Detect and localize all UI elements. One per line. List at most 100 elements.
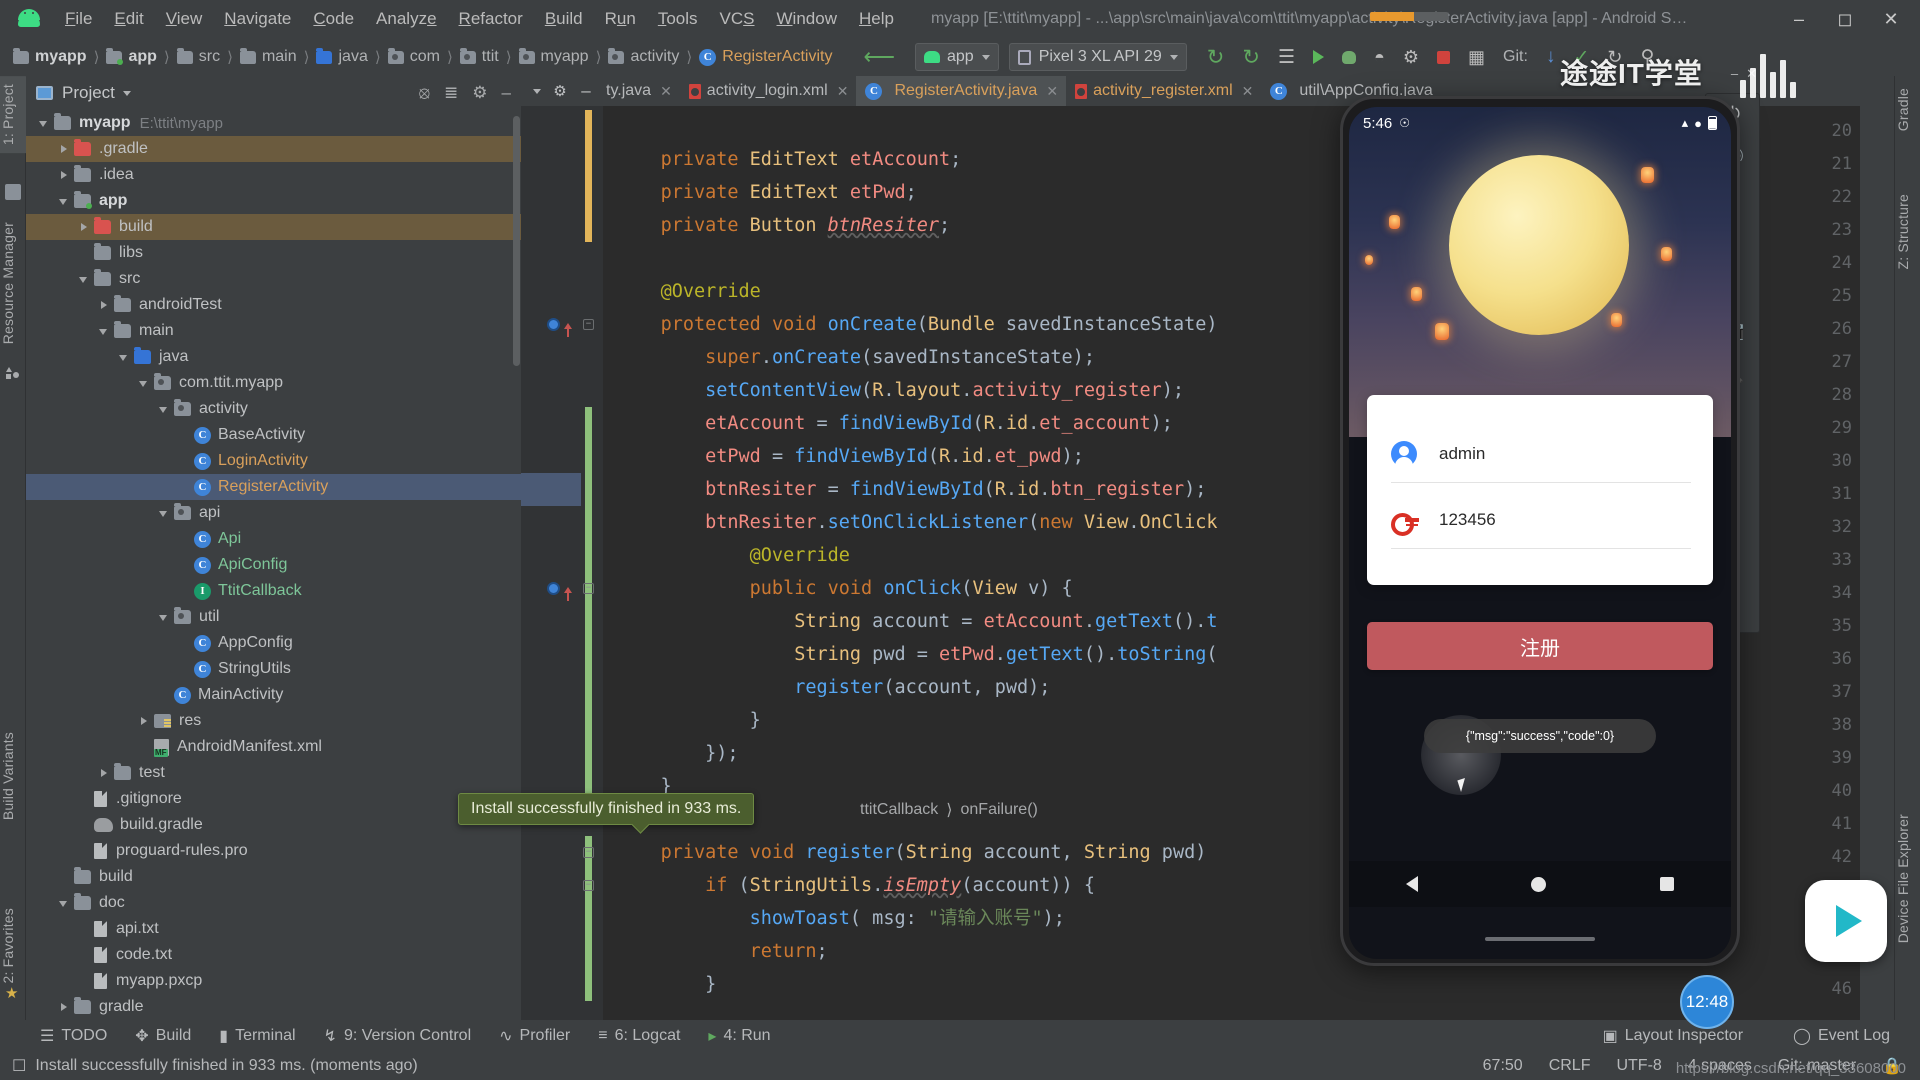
tab-ty-java[interactable]: ty.java ✕ — [597, 76, 680, 106]
menu-navigate[interactable]: Navigate — [213, 5, 302, 33]
vcs-change-marker[interactable] — [585, 110, 592, 143]
code-line[interactable]: return; — [616, 935, 828, 968]
tab-activity-register-xml[interactable]: activity_register.xml ✕ — [1066, 76, 1261, 106]
rail-tab-resource-manager[interactable]: Resource Manager — [0, 214, 26, 352]
chevron-down-icon[interactable] — [98, 325, 111, 338]
vcs-added-marker[interactable] — [585, 440, 592, 473]
chevron-right-icon[interactable] — [98, 767, 111, 780]
tree-row[interactable]: res — [26, 708, 521, 734]
vcs-added-marker[interactable] — [585, 473, 592, 506]
module-selector[interactable]: app — [915, 43, 999, 71]
tree-row[interactable]: C RegisterActivity — [26, 474, 521, 500]
menu-window[interactable]: Window — [766, 5, 848, 33]
tree-row[interactable]: code.txt — [26, 942, 521, 968]
tree-row[interactable]: build — [26, 864, 521, 890]
tree-row[interactable]: api.txt — [26, 916, 521, 942]
code-line[interactable]: } — [616, 704, 761, 737]
vcs-added-marker[interactable] — [585, 407, 592, 440]
tab-close-icon[interactable]: ✕ — [660, 83, 672, 100]
tree-row[interactable]: doc — [26, 890, 521, 916]
bottom-tab-version-control[interactable]: ↯ 9: Version Control — [310, 1026, 486, 1046]
sync-project-button[interactable]: ↻ — [1234, 43, 1268, 71]
layout-inspector-button[interactable]: ▣ Layout Inspector — [1589, 1026, 1757, 1046]
code-line[interactable]: etPwd = findViewById(R.id.et_pwd); — [616, 440, 1084, 473]
breadcrumb-item-com[interactable]: com — [385, 46, 443, 68]
vcs-change-marker[interactable] — [585, 143, 592, 176]
menu-file[interactable]: File — [54, 5, 103, 33]
tree-row[interactable]: C AppConfig — [26, 630, 521, 656]
code-line[interactable]: btnResiter.setOnClickListener(new View.O… — [616, 506, 1217, 539]
emulator-minimize-icon[interactable]: – — [1731, 66, 1738, 82]
tree-row[interactable]: I TtitCallback — [26, 578, 521, 604]
bottom-tab-todo[interactable]: ☰ TODO — [26, 1026, 121, 1046]
event-log-button[interactable]: ◯ Event Log — [1779, 1026, 1904, 1046]
register-button[interactable]: 注册 — [1367, 622, 1713, 670]
crosshair-icon[interactable]: ⦻ — [419, 83, 430, 103]
editor-hide-icon[interactable]: – — [575, 76, 597, 106]
override-marker-icon[interactable] — [563, 316, 573, 337]
line-separator[interactable]: CRLF — [1549, 1057, 1591, 1075]
tree-row[interactable]: main — [26, 318, 521, 344]
menu-refactor[interactable]: Refactor — [448, 5, 534, 33]
chevron-down-icon[interactable] — [58, 897, 71, 910]
code-line[interactable]: showToast( msg: "请输入账号"); — [616, 902, 1065, 935]
tree-row[interactable]: util — [26, 604, 521, 630]
code-line[interactable]: @Override — [616, 275, 761, 308]
breadcrumb-item-src[interactable]: src — [174, 46, 223, 68]
rail-tab-project[interactable]: 1: Project — [0, 76, 26, 154]
back-arrow-icon[interactable]: ⟵ — [853, 44, 905, 70]
bottom-tab-profiler[interactable]: ∿ Profiler — [485, 1026, 584, 1046]
editor-settings-icon[interactable]: ⚙ — [545, 76, 575, 106]
chevron-down-icon[interactable] — [118, 351, 131, 364]
rail-tab-build-variants[interactable]: Build Variants — [0, 724, 26, 828]
code-line[interactable]: register(account, pwd); — [616, 671, 1050, 704]
menu-vcs[interactable]: VCS — [709, 5, 766, 33]
vcs-added-marker[interactable] — [585, 671, 592, 704]
code-line[interactable]: setContentView(R.layout.activity_registe… — [616, 374, 1184, 407]
code-fold-icon[interactable]: − — [583, 847, 594, 858]
code-line[interactable]: if (StringUtils.isEmpty(account)) { — [616, 869, 1095, 902]
avd-manager-button[interactable]: ☰ — [1270, 43, 1303, 71]
rail-tab-device-file-explorer[interactable]: Device File Explorer — [1895, 806, 1920, 951]
back-triangle-icon[interactable] — [1405, 876, 1418, 892]
code-line[interactable]: @Override — [616, 539, 850, 572]
code-fold-icon[interactable]: − — [583, 319, 594, 330]
chevron-right-icon[interactable] — [78, 221, 91, 234]
project-scrollbar[interactable] — [513, 116, 520, 366]
tree-row[interactable]: .gitignore — [26, 786, 521, 812]
collapse-all-icon[interactable]: ≣ — [444, 83, 458, 103]
tree-row[interactable]: C StringUtils — [26, 656, 521, 682]
tree-row[interactable]: com.ttit.myapp — [26, 370, 521, 396]
tree-row[interactable]: androidTest — [26, 292, 521, 318]
breakpoint-icon[interactable] — [547, 318, 560, 331]
vcs-added-marker[interactable] — [585, 638, 592, 671]
chevron-right-icon[interactable] — [58, 143, 71, 156]
menu-build[interactable]: Build — [534, 5, 594, 33]
tree-row[interactable]: src — [26, 266, 521, 292]
editor-breadcrumb-item-0[interactable]: ttitCallback — [860, 801, 938, 819]
editor-gutter[interactable] — [521, 106, 581, 1020]
tab-close-icon[interactable]: ✕ — [1046, 83, 1058, 100]
code-line[interactable]: private EditText etAccount; — [616, 143, 962, 176]
tree-row[interactable]: build — [26, 214, 521, 240]
tree-row[interactable]: C BaseActivity — [26, 422, 521, 448]
vcs-change-marker[interactable] — [585, 209, 592, 242]
caret-position[interactable]: 67:50 — [1483, 1057, 1523, 1075]
breadcrumb-item-java[interactable]: java — [313, 46, 370, 68]
menu-edit[interactable]: Edit — [103, 5, 154, 33]
menu-tools[interactable]: Tools — [647, 5, 709, 33]
project-tree[interactable]: myapp E:\ttit\myapp .gradle .idea app build li… — [26, 110, 521, 1020]
code-line[interactable]: etAccount = findViewById(R.id.et_account… — [616, 407, 1173, 440]
notification-icon[interactable]: ☐ — [12, 1056, 26, 1076]
breadcrumb-item-registeractivity[interactable]: C RegisterActivity — [696, 46, 835, 68]
breadcrumb-item-myapp[interactable]: myapp — [10, 46, 90, 68]
menu-code[interactable]: Code — [302, 5, 365, 33]
tree-row[interactable]: myapp.pxcp — [26, 968, 521, 994]
code-line[interactable]: private void register(String account, St… — [616, 836, 1207, 869]
tree-row[interactable]: app — [26, 188, 521, 214]
password-field-row[interactable]: 123456 — [1391, 491, 1691, 549]
home-circle-icon[interactable] — [1531, 876, 1547, 892]
tab-activity-login-xml[interactable]: activity_login.xml ✕ — [680, 76, 857, 106]
bottom-tab-run[interactable]: ▸ 4: Run — [694, 1026, 784, 1046]
bottom-tab-terminal[interactable]: ▮ Terminal — [205, 1026, 309, 1046]
